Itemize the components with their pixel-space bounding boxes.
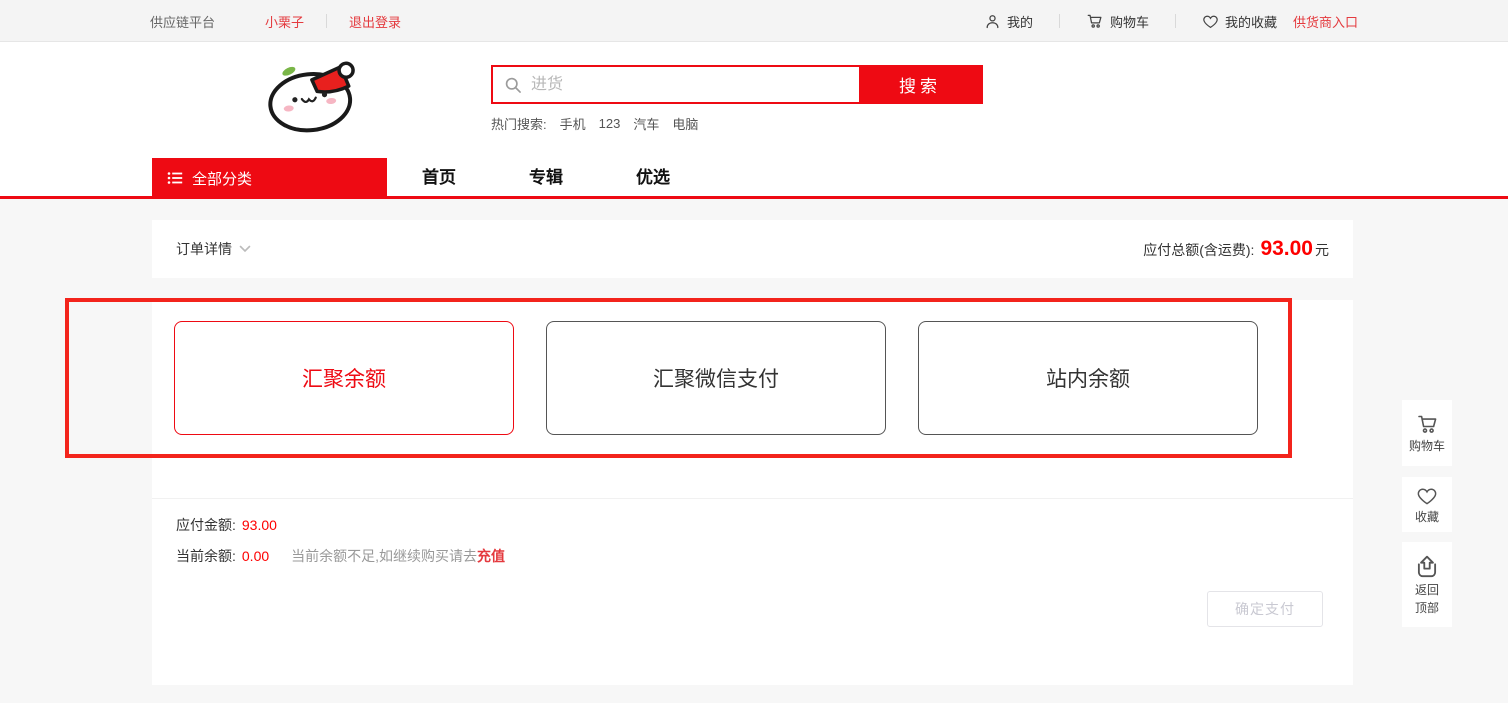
payment-method-huiju-balance[interactable]: 汇聚余额 [174, 321, 514, 435]
search-button[interactable]: 搜索 [859, 67, 981, 102]
back-to-top-button[interactable]: 返回 顶部 [1402, 542, 1452, 627]
cart-link[interactable]: 购物车 [1086, 12, 1149, 31]
payment-card: 汇聚余额 汇聚微信支付 站内余额 应付金额: 93.00 当前余额: 0.00 … [152, 300, 1353, 685]
floating-favorite-button[interactable]: 收藏 [1402, 477, 1452, 532]
balance-value: 0.00 [242, 548, 269, 564]
topbar-left: 供应链平台 小栗子 退出登录 [150, 0, 401, 42]
amount-due-value: 93.00 [242, 517, 277, 533]
topbar-right: 我的 购物车 我的收藏 供货商入口 [984, 0, 1358, 42]
logout-link[interactable]: 退出登录 [349, 12, 401, 31]
payment-method-site-balance[interactable]: 站内余额 [918, 321, 1258, 435]
search-bar: 搜索 [491, 65, 983, 104]
hot-keyword[interactable]: 汽车 [633, 114, 659, 133]
heart-icon [1415, 485, 1439, 507]
divider [1059, 14, 1060, 28]
insufficient-balance-tip: 当前余额不足,如继续购买请去 [291, 546, 477, 566]
cart-icon [1086, 12, 1104, 30]
payment-summary: 应付金额: 93.00 当前余额: 0.00 当前余额不足,如继续购买请去 充值 [176, 514, 505, 576]
order-details-toggle[interactable]: 订单详情 [176, 239, 251, 259]
favorites-link[interactable]: 我的收藏 [1202, 12, 1277, 31]
hot-keyword[interactable]: 123 [599, 116, 621, 131]
hot-search-row: 热门搜索: 手机 123 汽车 电脑 [491, 114, 698, 133]
user-icon [984, 13, 1001, 30]
nav-item-home[interactable]: 首页 [422, 158, 456, 198]
order-total-unit: 元 [1315, 240, 1329, 260]
hot-search-label: 热门搜索: [491, 114, 547, 133]
topbar: 供应链平台 小栗子 退出登录 我的 购物车 [0, 0, 1508, 42]
header: 搜索 热门搜索: 手机 123 汽车 电脑 全部分类 首页 专辑 [0, 42, 1508, 199]
payment-method-huiju-wechat[interactable]: 汇聚微信支付 [546, 321, 886, 435]
cart-icon [1415, 412, 1439, 436]
divider [152, 498, 1353, 499]
order-total-label: 应付总额(含运费): [1143, 240, 1254, 260]
amount-due-label: 应付金额: [176, 515, 236, 535]
hot-keyword[interactable]: 电脑 [672, 114, 698, 133]
floating-cart-label: 购物车 [1409, 439, 1445, 454]
recharge-link[interactable]: 充值 [477, 546, 505, 566]
floating-favorite-label: 收藏 [1415, 510, 1439, 525]
floating-cart-button[interactable]: 购物车 [1402, 400, 1452, 466]
back-to-top-label-line2: 顶部 [1415, 601, 1439, 616]
balance-row: 当前余额: 0.00 当前余额不足,如继续购买请去 充值 [176, 545, 505, 567]
category-list-icon [167, 170, 183, 186]
site-logo[interactable] [252, 56, 372, 134]
chevron-down-icon [239, 245, 251, 253]
my-account-label: 我的 [1007, 12, 1033, 31]
nav-red-underline [0, 196, 1508, 199]
page: 供应链平台 小栗子 退出登录 我的 购物车 [0, 0, 1508, 703]
my-account-link[interactable]: 我的 [984, 12, 1033, 31]
main-nav: 全部分类 首页 专辑 优选 [0, 158, 1508, 198]
nav-item-albums[interactable]: 专辑 [529, 158, 563, 198]
username-link[interactable]: 小栗子 [265, 12, 304, 31]
all-categories-button[interactable]: 全部分类 [152, 158, 387, 198]
supplier-entry-link[interactable]: 供货商入口 [1293, 12, 1358, 31]
search-icon [503, 75, 523, 95]
heart-icon [1202, 13, 1219, 30]
order-summary-card: 订单详情 应付总额(含运费): 93.00 元 [152, 220, 1353, 278]
amount-due-row: 应付金额: 93.00 [176, 514, 505, 536]
search-input-zone [493, 67, 859, 102]
divider [1175, 14, 1176, 28]
balance-label: 当前余额: [176, 546, 236, 566]
back-to-top-label-line1: 返回 [1415, 583, 1439, 598]
mascot-logo-icon [252, 56, 372, 134]
favorites-label: 我的收藏 [1225, 12, 1277, 31]
confirm-payment-button[interactable]: 确定支付 [1207, 591, 1323, 627]
back-to-top-icon [1414, 554, 1440, 580]
order-details-label: 订单详情 [176, 239, 232, 259]
order-total-amount: 93.00 [1260, 237, 1313, 261]
cart-label: 购物车 [1110, 12, 1149, 31]
supply-chain-platform-link[interactable]: 供应链平台 [150, 12, 215, 31]
search-input[interactable] [493, 67, 859, 102]
order-total: 应付总额(含运费): 93.00 元 [1143, 237, 1329, 261]
all-categories-label: 全部分类 [192, 168, 252, 189]
payment-methods: 汇聚余额 汇聚微信支付 站内余额 [174, 321, 1258, 435]
nav-item-featured[interactable]: 优选 [636, 158, 670, 198]
hot-keyword[interactable]: 手机 [560, 114, 586, 133]
divider [326, 14, 327, 28]
